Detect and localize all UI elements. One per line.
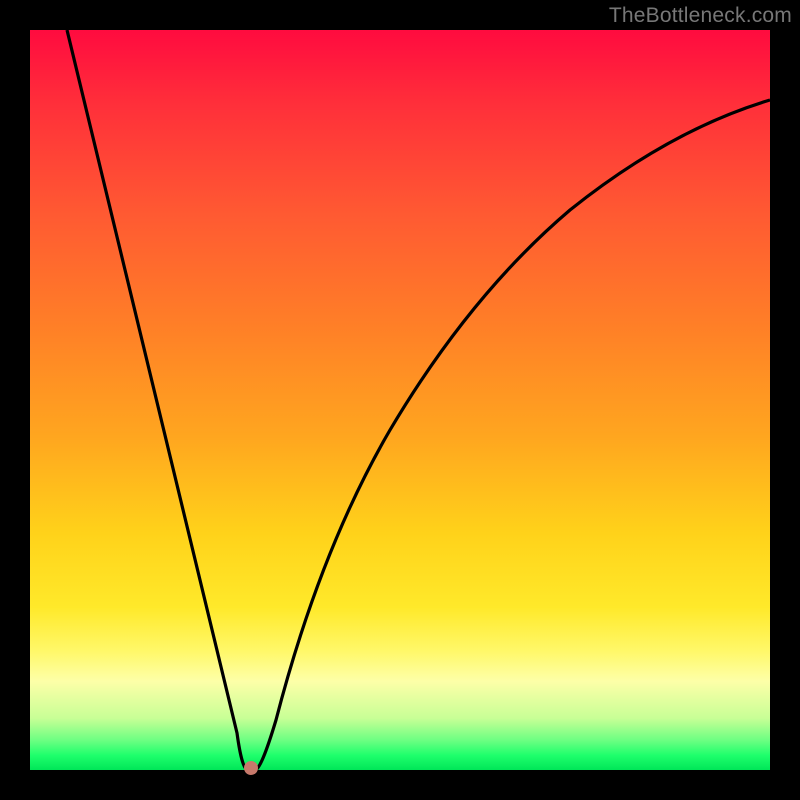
watermark-text: TheBottleneck.com xyxy=(609,4,792,28)
min-point-marker xyxy=(244,761,258,775)
curve-path xyxy=(67,30,770,770)
bottleneck-curve xyxy=(30,30,770,770)
plot-area xyxy=(30,30,770,770)
chart-frame: TheBottleneck.com xyxy=(0,0,800,800)
